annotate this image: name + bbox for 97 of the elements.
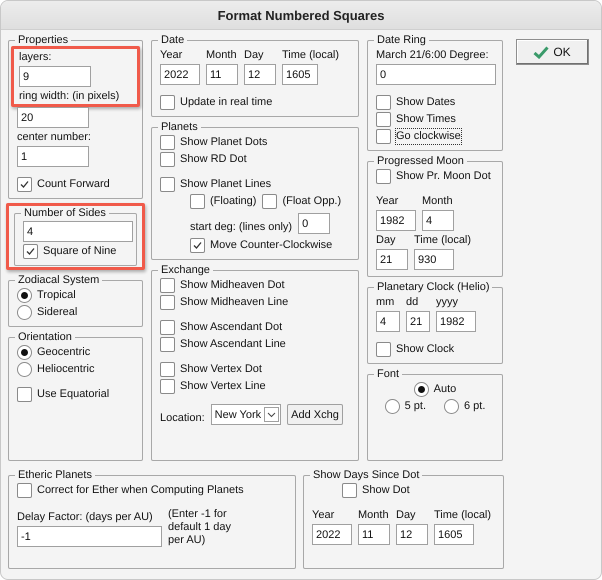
text-field[interactable]: 1982 [436,311,476,332]
checkmark-icon [26,247,35,256]
field-label: Year [312,508,336,522]
field-label: Month [358,508,390,522]
field-label: mm [376,295,396,309]
text-field[interactable]: 11 [358,524,390,545]
field-label: Month [422,194,454,208]
text-field[interactable]: 0 [298,213,330,234]
group-title: Show Days Since Dot [312,469,420,481]
checkbox[interactable]: Show Planet Lines [160,177,272,192]
text-field[interactable]: 0 [376,64,496,85]
add-exchange-button[interactable]: Add Xchg [287,404,343,425]
group-title: Zodiacal System [17,274,100,286]
group-title: Planets [160,121,199,133]
text-field[interactable]: 2022 [160,64,200,85]
text-field[interactable]: 21 [406,311,430,332]
field-label: Time (local) [414,233,472,247]
field-label: Delay Factor: (days per AU) [17,510,154,524]
group-title: Exchange [160,264,211,276]
radio-button[interactable]: 5 pt. [384,399,426,414]
field-label: start deg: (lines only) [190,220,292,234]
checkmark-icon [193,241,202,250]
group-title: Date Ring [376,34,427,46]
field-label: Time (local) [434,508,492,522]
checkbox[interactable]: Square of Nine [23,244,116,259]
checkbox[interactable]: Show Ascendant Line [160,337,286,352]
radio-button[interactable]: Geocentric [17,345,90,360]
group-title: Planetary Clock (Helio) [376,281,490,293]
text-field[interactable]: 9 [19,66,91,87]
text-field[interactable]: 2022 [312,524,352,545]
radio-button[interactable]: Sidereal [17,305,78,320]
field-label: yyyy [436,295,459,309]
text-field[interactable]: 4 [422,210,454,231]
ok-button[interactable]: OK [516,39,588,65]
group-title: Properties [17,34,70,46]
field-label: Day [244,48,265,62]
text-field[interactable]: 12 [396,524,428,545]
field-label: ring width: (in pixels) [19,89,120,103]
checkbox[interactable]: Show Midheaven Dot [160,278,285,293]
radio-button[interactable]: 6 pt. [444,399,486,414]
field-label: March 21/6:00 Degree: [376,48,490,62]
group-title: Progressed Moon [376,155,465,167]
checkbox[interactable]: Show Planet Dots [160,135,268,150]
checkmark-icon [20,180,29,189]
text-field[interactable]: 11 [206,64,238,85]
text-field[interactable]: 4 [23,221,133,242]
checkbox[interactable]: Show Vertex Line [160,379,266,394]
text-field[interactable]: 1 [17,146,89,167]
checkbox[interactable]: Correct for Ether when Computing Planets [17,483,244,498]
field-label: Location: [160,411,205,425]
radio-button[interactable]: Tropical [17,288,76,303]
checkbox[interactable]: Count Forward [17,177,110,192]
checkbox[interactable]: Show Clock [376,342,454,357]
group-title: Date [160,34,186,46]
field-label: center number: [17,130,92,144]
checkbox[interactable]: (Float Opp.) [262,194,342,209]
text-field[interactable]: 21 [376,249,408,270]
text-field[interactable]: -1 [17,526,162,547]
field-label: Day [376,233,397,247]
text-field[interactable]: 1982 [376,210,416,231]
field-label: Time (local) [282,48,340,62]
text-field[interactable]: 1605 [434,524,474,545]
text-field[interactable]: 20 [17,107,89,128]
checkbox[interactable]: Show RD Dot [160,152,247,167]
checkbox[interactable]: Show Dot [342,483,410,498]
field-label: Year [160,48,184,62]
checkbox[interactable]: Show Times [376,112,456,127]
checkbox[interactable]: Show Midheaven Line [160,295,288,310]
radio-button[interactable]: Heliocentric [17,362,94,377]
field-label: Day [396,508,417,522]
checkbox[interactable]: Show Ascendant Dot [160,320,282,335]
field-label: layers: [19,50,52,64]
radio-button[interactable]: Auto [414,382,456,397]
text-field[interactable]: 1605 [282,64,318,85]
checkbox[interactable]: Show Pr. Moon Dot [376,169,491,184]
window-title: Format Numbered Squares [218,8,384,22]
checkbox[interactable]: Use Equatorial [17,387,110,402]
text-field[interactable]: 930 [414,249,454,270]
checkbox[interactable]: (Floating) [190,194,256,209]
field-label: Year [376,194,400,208]
checkbox[interactable]: Update in real time [160,95,272,110]
caret-icon [267,412,276,418]
checkbox[interactable]: Go clockwise [376,129,461,144]
field-label: Month [206,48,238,62]
checkmark-icon [533,46,550,58]
checkbox[interactable]: Show Vertex Dot [160,362,262,377]
group-title: Number of Sides [23,207,107,219]
checkbox[interactable]: Move Counter-Clockwise [190,238,332,253]
checkbox[interactable]: Show Dates [376,95,456,110]
text-field[interactable]: 12 [244,64,276,85]
group-title: Orientation [17,331,73,343]
field-label: dd [406,295,420,309]
location-dropdown[interactable]: New York [210,404,282,425]
group-title: Font [376,368,400,380]
group-title: Etheric Planets [17,469,93,481]
hint-text: (Enter -1 for default 1 day per AU) [168,508,232,547]
text-field[interactable]: 4 [376,311,400,332]
